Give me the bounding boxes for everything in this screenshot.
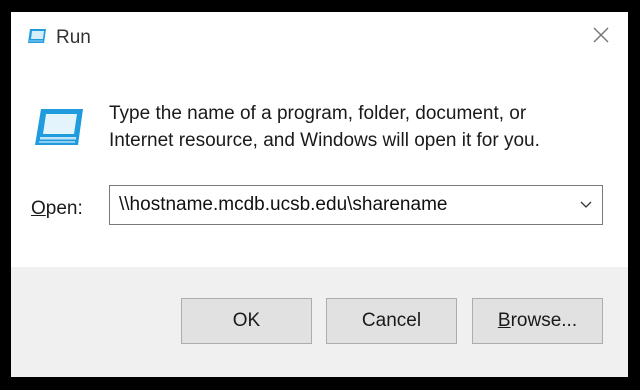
cancel-button[interactable]: Cancel: [326, 298, 457, 344]
browse-button[interactable]: Browse...: [472, 298, 603, 344]
window-title: Run: [56, 27, 91, 48]
open-label-mnemonic: O: [31, 198, 46, 219]
description: Type the name of a program, folder, docu…: [109, 100, 609, 154]
browse-label: rowse...: [510, 310, 578, 331]
open-combobox[interactable]: [109, 185, 603, 225]
description-line-2: Internet resource, and Windows will open…: [109, 130, 540, 151]
ok-button[interactable]: OK: [181, 298, 312, 344]
open-label-text: pen:: [45, 198, 83, 219]
dropdown-button[interactable]: [576, 195, 596, 215]
open-label: Open:: [31, 198, 83, 220]
chevron-down-icon: [580, 196, 592, 214]
run-dialog: Run Type the name of a program, folder, …: [11, 12, 628, 377]
description-line-1: Type the name of a program, folder, docu…: [109, 103, 527, 124]
open-input[interactable]: [110, 186, 560, 224]
browse-mnemonic: B: [497, 310, 511, 331]
title-bar[interactable]: Run: [11, 12, 628, 62]
run-icon: [33, 107, 85, 147]
close-button[interactable]: [586, 22, 616, 52]
close-icon: [593, 27, 609, 48]
run-icon: [27, 28, 47, 44]
button-bar: OK Cancel Browse...: [11, 267, 628, 377]
